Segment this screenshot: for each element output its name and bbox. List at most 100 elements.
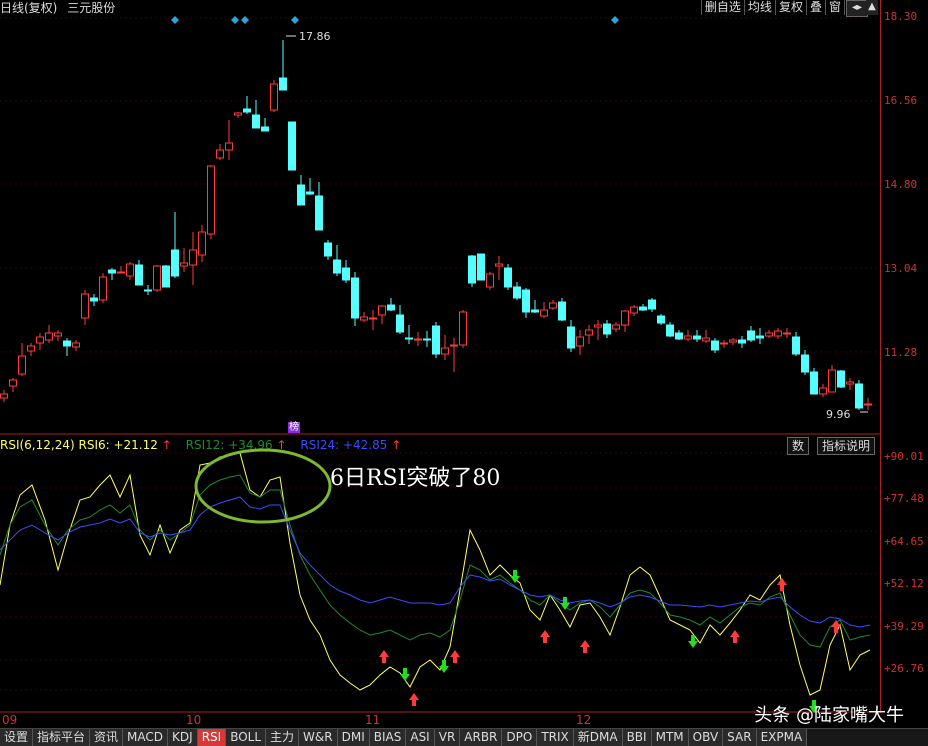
- candle-body: [477, 253, 485, 281]
- candle-body: [801, 354, 809, 373]
- indicator-explain-button[interactable]: 指标说明: [817, 437, 876, 455]
- tab-kdj[interactable]: KDJ: [168, 729, 198, 746]
- candle-body: [9, 379, 17, 387]
- candle-body: [378, 305, 386, 316]
- event-marker-icon: [611, 16, 619, 24]
- candle-body: [810, 371, 818, 395]
- delete-watchlist-button[interactable]: 删自选: [700, 0, 744, 15]
- arrows-button[interactable]: ◂▸: [846, 0, 868, 17]
- tab-news[interactable]: 资讯: [90, 729, 124, 746]
- candle-body: [774, 330, 782, 337]
- candle-body: [540, 309, 548, 317]
- candle-body: [495, 263, 503, 267]
- data-button[interactable]: 数: [787, 437, 810, 455]
- tab-dmi[interactable]: DMI: [337, 729, 370, 746]
- buy-arrow-icon: [730, 630, 740, 643]
- candle-body: [639, 306, 647, 311]
- candle-body: [0, 393, 8, 399]
- tab-obv[interactable]: OBV: [688, 729, 724, 746]
- tab-expma[interactable]: EXPMA: [756, 729, 808, 746]
- candle-body: [261, 126, 269, 132]
- candle-body: [765, 332, 773, 337]
- candle-body: [333, 259, 341, 274]
- tab-arbr[interactable]: ARBR: [460, 729, 503, 746]
- adjust-button[interactable]: 复权: [774, 0, 806, 15]
- tab-asi[interactable]: ASI: [406, 729, 435, 746]
- candle-body: [837, 370, 845, 388]
- event-marker-icon: [171, 16, 179, 24]
- moving-average-button[interactable]: 均线: [743, 0, 775, 15]
- tab-new-dma[interactable]: 新DMA: [573, 729, 623, 746]
- tab-wr[interactable]: W&R: [299, 729, 338, 746]
- candle-body: [459, 311, 467, 346]
- candlestick-chart[interactable]: [0, 0, 880, 435]
- sell-arrow-icon: [560, 597, 570, 610]
- candle-body: [603, 323, 611, 335]
- buy-arrow-icon: [450, 650, 460, 663]
- tab-vr[interactable]: VR: [434, 729, 461, 746]
- rank-marker[interactable]: 榜: [288, 422, 300, 433]
- candle-body: [72, 342, 80, 348]
- candle-body: [135, 264, 143, 286]
- event-marker-icon: [231, 16, 239, 24]
- window-button[interactable]: 窗: [824, 0, 844, 15]
- sell-arrow-icon: [400, 668, 410, 681]
- candle-body: [666, 324, 674, 337]
- candle-body: [855, 383, 863, 409]
- tab-mtm[interactable]: MTM: [651, 729, 689, 746]
- candle-body: [504, 267, 512, 288]
- candle-body: [369, 317, 377, 320]
- tab-rsi[interactable]: RSI: [197, 729, 227, 746]
- candle-body: [486, 273, 494, 288]
- buy-arrow-icon: [777, 578, 787, 591]
- tab-sar[interactable]: SAR: [723, 729, 757, 746]
- candle-body: [648, 299, 656, 310]
- overlay-button[interactable]: 叠: [805, 0, 825, 15]
- candle-body: [576, 336, 584, 347]
- tab-macd[interactable]: MACD: [123, 729, 169, 746]
- candle-body: [693, 335, 701, 340]
- candle-body: [450, 344, 458, 347]
- date-label: 11: [365, 713, 381, 727]
- candle-body: [702, 337, 710, 342]
- tab-dpo[interactable]: DPO: [502, 729, 538, 746]
- up-arrow-icon: ↑: [391, 438, 402, 452]
- low-price-label: 9.96: [826, 408, 851, 421]
- candle-body: [549, 302, 557, 309]
- candle-body: [45, 332, 53, 341]
- scroll-up-icon[interactable]: ▲: [866, 0, 878, 15]
- highlight-circle: [194, 448, 332, 524]
- candle-body: [387, 304, 395, 311]
- candle-body: [171, 249, 179, 277]
- rsi-annotation: 6日RSI突破了80: [330, 466, 501, 491]
- buy-arrow-icon: [831, 620, 841, 633]
- candle-body: [189, 249, 197, 266]
- rsi-legend: RSI(6,12,24) RSI6: +21.12 ↑ RSI12: +34.9…: [0, 438, 401, 452]
- tab-bias[interactable]: BIAS: [369, 729, 407, 746]
- candle-body: [783, 332, 791, 335]
- candle-body: [234, 112, 242, 116]
- tab-main-force[interactable]: 主力: [266, 729, 300, 746]
- date-label: 12: [576, 713, 592, 727]
- tab-indicator-platform[interactable]: 指标平台: [33, 729, 91, 746]
- tab-settings[interactable]: 设置: [0, 729, 34, 746]
- candle-body: [153, 265, 161, 291]
- tab-bbi[interactable]: BBI: [622, 729, 652, 746]
- candle-body: [405, 337, 413, 340]
- candle-body: [225, 142, 233, 151]
- rsi-tick: +39.29: [884, 620, 924, 633]
- candle-body: [162, 265, 170, 288]
- tab-boll[interactable]: BOLL: [226, 729, 267, 746]
- tab-trix[interactable]: TRIX: [537, 729, 574, 746]
- candle-body: [36, 336, 44, 344]
- candle-body: [756, 335, 764, 339]
- candle-body: [630, 306, 638, 314]
- candle-body: [18, 355, 26, 375]
- candle-body: [243, 108, 251, 113]
- candle-body: [216, 149, 224, 159]
- candle-body: [279, 77, 287, 91]
- sell-arrow-icon: [439, 660, 449, 673]
- buy-arrow-icon: [379, 650, 389, 663]
- candle-body: [612, 324, 620, 330]
- candle-body: [828, 369, 836, 393]
